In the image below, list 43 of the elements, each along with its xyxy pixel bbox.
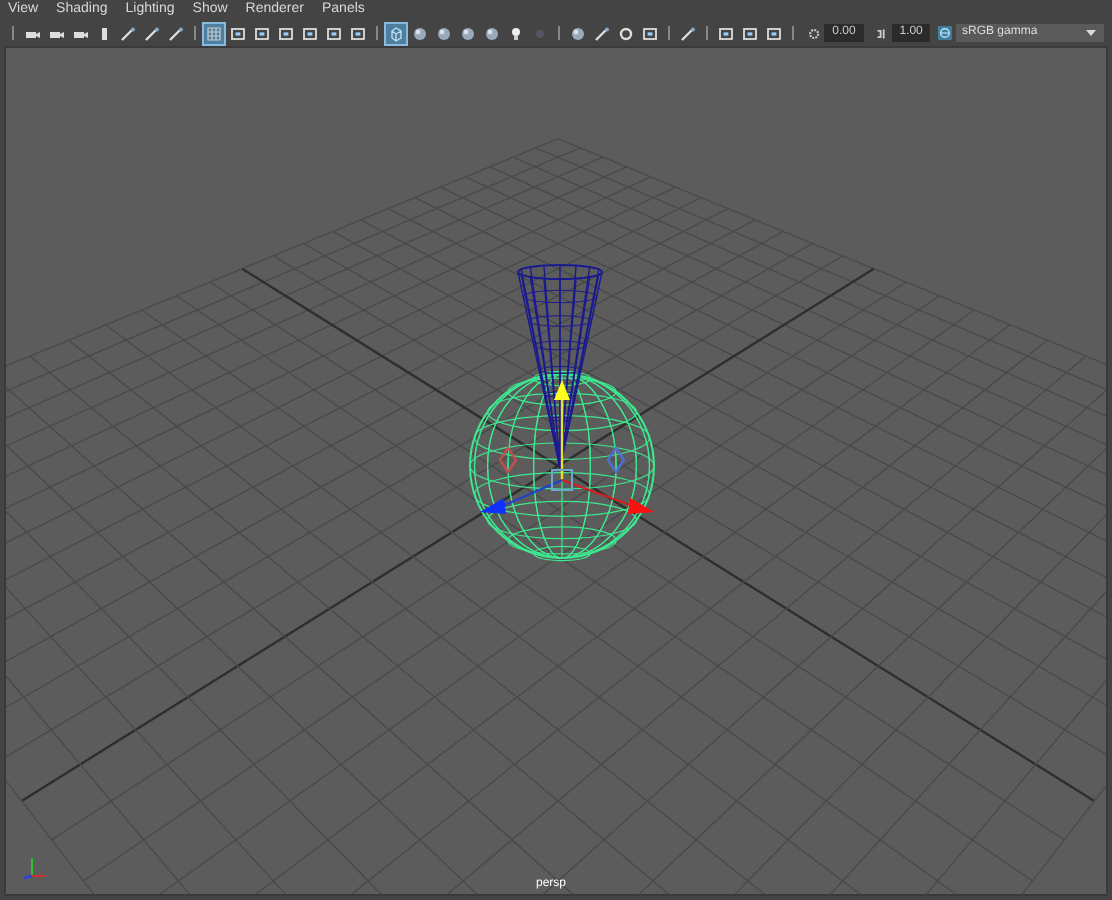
sphere-icon <box>570 25 586 41</box>
toolbar-button[interactable] <box>640 23 660 43</box>
toolbar-button[interactable] <box>348 23 368 43</box>
light-bulb-icon <box>508 25 524 41</box>
frame-icon <box>350 25 366 41</box>
frame-icon <box>766 25 782 41</box>
axis-indicator-icon <box>22 856 52 880</box>
brush-icon <box>680 25 696 41</box>
toolbar-button[interactable] <box>434 23 454 43</box>
toolbar-button[interactable] <box>716 23 736 43</box>
brush-icon <box>120 25 136 41</box>
toolbar-button[interactable] <box>276 23 296 43</box>
brush-icon <box>144 25 160 41</box>
toolbar-button[interactable] <box>764 23 784 43</box>
caret-icon <box>1085 30 1096 36</box>
frame-icon <box>254 25 270 41</box>
frame-icon <box>302 25 318 41</box>
brush-icon <box>168 25 184 41</box>
toolbar-button[interactable] <box>458 23 478 43</box>
grid-icon <box>206 25 222 41</box>
frame-icon <box>742 25 758 41</box>
bookmark-icon <box>96 25 112 41</box>
gear-icon[interactable] <box>808 25 821 41</box>
frame-icon <box>326 25 342 41</box>
toolbar-button[interactable] <box>482 23 502 43</box>
frame-icon <box>278 25 294 41</box>
frame-icon <box>718 25 734 41</box>
toolbar-button[interactable] <box>740 23 760 43</box>
toolbar-button[interactable] <box>616 23 636 43</box>
brush-icon <box>594 25 610 41</box>
ring-icon <box>618 25 634 41</box>
toolbar-button[interactable] <box>300 23 320 43</box>
frame-icon <box>230 25 246 41</box>
toolbar-button[interactable] <box>228 23 248 43</box>
gamma-icon[interactable] <box>875 25 888 41</box>
color-management-icon[interactable] <box>938 24 953 42</box>
toolbar-button[interactable] <box>410 23 430 43</box>
toolbar-button[interactable] <box>252 23 272 43</box>
frame-icon <box>642 25 658 41</box>
wireframe-cube-icon <box>388 25 404 41</box>
dot-icon <box>532 25 548 41</box>
toolbar-button[interactable] <box>324 23 344 43</box>
toolbar-button[interactable] <box>568 23 588 43</box>
